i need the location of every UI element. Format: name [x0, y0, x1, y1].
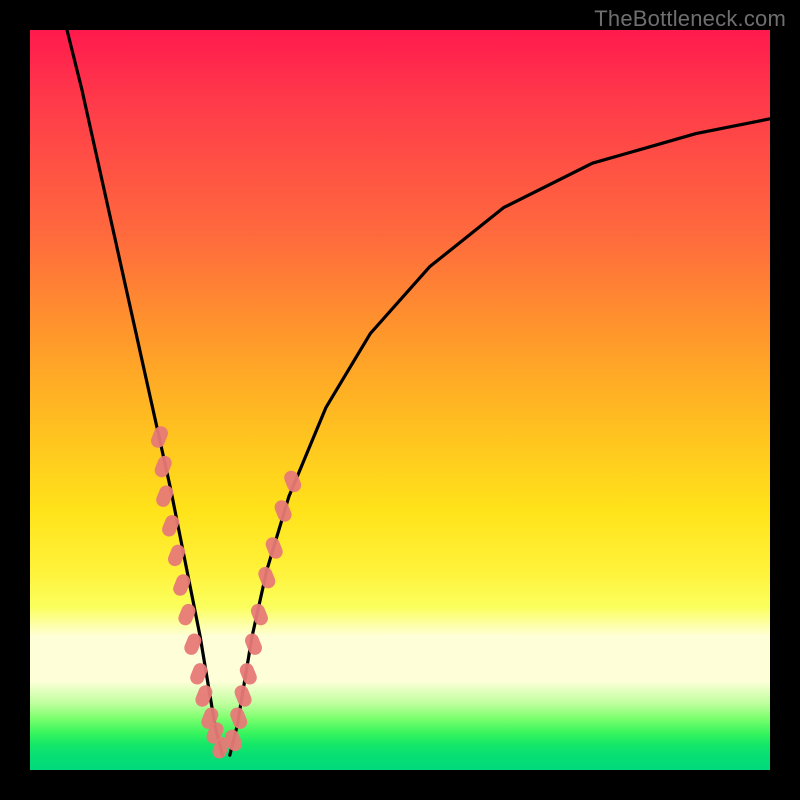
curve-layer — [67, 30, 770, 755]
chart-svg — [30, 30, 770, 770]
data-marker — [249, 602, 270, 628]
data-marker — [160, 513, 181, 539]
data-marker — [238, 661, 259, 687]
watermark-text: TheBottleneck.com — [594, 6, 786, 32]
data-marker — [166, 543, 187, 569]
chart-frame: TheBottleneck.com — [0, 0, 800, 800]
data-marker — [149, 424, 170, 450]
data-marker — [264, 535, 285, 561]
data-marker — [153, 454, 174, 480]
plot-area — [30, 30, 770, 770]
data-marker — [154, 483, 175, 509]
data-marker — [243, 631, 264, 657]
marker-layer — [149, 424, 303, 760]
data-marker — [272, 498, 293, 524]
data-marker — [228, 705, 249, 731]
data-marker — [232, 683, 253, 709]
curve-right-branch — [230, 119, 770, 755]
data-marker — [256, 565, 277, 591]
